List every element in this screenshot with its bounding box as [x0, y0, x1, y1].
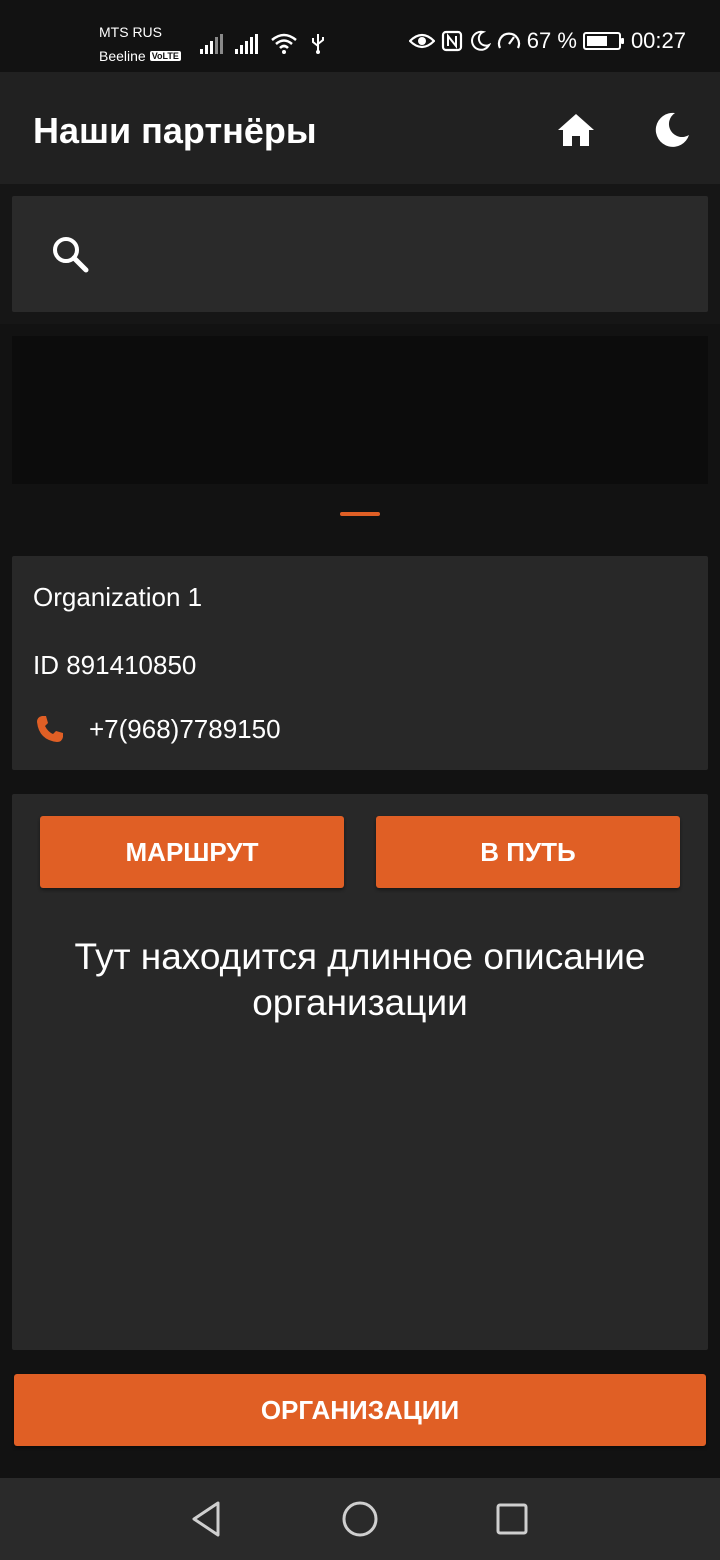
battery-percent: 67 %	[526, 28, 577, 53]
organization-name: Organization 1	[33, 582, 203, 612]
phone-number[interactable]: +7(968)7789150	[89, 714, 281, 745]
organizations-button[interactable]: ОРГАНИЗАЦИИ	[14, 1374, 706, 1446]
signal-1-icon	[200, 34, 223, 54]
signal-2-icon	[235, 34, 258, 54]
search-icon	[53, 237, 89, 273]
phone-row[interactable]: +7(968)7789150	[33, 712, 281, 746]
home-circle-icon	[342, 1501, 378, 1537]
route-button[interactable]: МАРШРУТ	[40, 816, 344, 888]
system-nav-bar	[0, 1478, 720, 1560]
home-icon	[558, 114, 594, 146]
organization-id: ID 891410850	[33, 650, 197, 680]
page-title: Наши партнёры	[33, 110, 317, 151]
recent-apps-button[interactable]	[488, 1495, 536, 1543]
battery-level	[586, 36, 608, 46]
moon-icon	[655, 112, 689, 147]
bottom-sheet: Organization 1 ID 891410850 +7(968)77891…	[0, 484, 720, 1478]
search-input[interactable]	[122, 226, 682, 282]
search-bar[interactable]	[12, 196, 708, 312]
do-not-disturb-moon-icon	[470, 30, 491, 51]
volte-badge: VoLTE	[149, 51, 181, 61]
clock: 00:27	[630, 28, 686, 53]
recent-apps-square-icon	[496, 1503, 528, 1535]
back-button[interactable]	[182, 1495, 230, 1543]
wifi-icon	[271, 33, 297, 54]
carrier-secondary-label: Beeline	[99, 48, 146, 64]
speedometer-icon	[497, 32, 520, 49]
phone-icon	[33, 712, 67, 746]
organization-description: Тут находится длинное описание организац…	[74, 936, 646, 1023]
organization-info-card: Organization 1 ID 891410850 +7(968)77891…	[12, 556, 708, 770]
carrier-primary: MTS RUS	[99, 24, 162, 40]
usb-icon	[312, 34, 324, 54]
nfc-icon	[441, 30, 462, 52]
go-button[interactable]: В ПУТЬ	[376, 816, 680, 888]
home-nav-button[interactable]	[336, 1495, 384, 1543]
signal-indicators	[200, 32, 326, 54]
drag-handle[interactable]	[340, 512, 380, 516]
back-triangle-icon	[192, 1501, 220, 1537]
map-area[interactable]	[12, 336, 708, 486]
eye-icon	[408, 33, 435, 49]
app-bar: Наши партнёры	[0, 72, 720, 184]
description-card: МАРШРУТ В ПУТЬ Тут находится длинное опи…	[12, 794, 708, 1350]
search-section	[0, 184, 720, 324]
home-button[interactable]	[552, 106, 600, 154]
status-icons-right: 67 % 00:27	[408, 28, 686, 54]
battery-icon	[582, 32, 624, 50]
status-bar: MTS RUS Beeline VoLTE 67 % 00:27	[0, 0, 720, 72]
carrier-secondary: Beeline VoLTE	[99, 48, 181, 64]
theme-toggle-button[interactable]	[648, 106, 696, 154]
